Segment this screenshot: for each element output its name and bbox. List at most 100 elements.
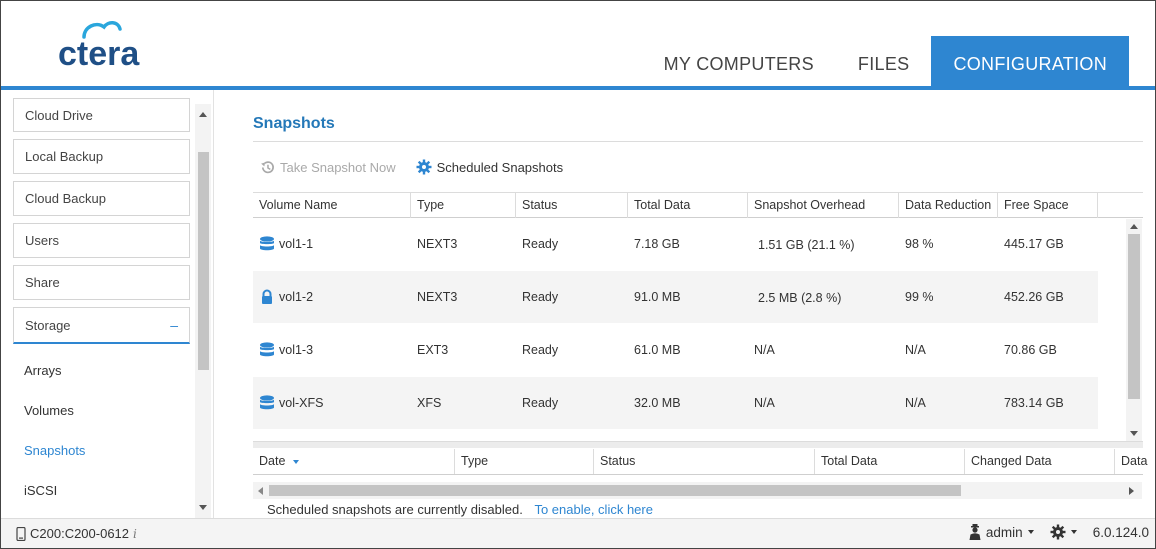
- cell-status: Ready: [522, 343, 559, 357]
- cell-snapshot-overhead: 2.5 MB (2.8 %): [758, 291, 842, 305]
- cell-free-space: 452.26 GB: [1004, 290, 1064, 304]
- sidebar-scrollbar[interactable]: [195, 104, 211, 518]
- sidebar-item-share[interactable]: Share: [13, 265, 190, 300]
- cell-data-reduction: 99 %: [905, 290, 934, 304]
- sidebar-item-users[interactable]: Users: [13, 223, 190, 258]
- scroll-up-arrow-icon[interactable]: [199, 112, 207, 117]
- history-icon: [261, 160, 274, 173]
- snapshots-table: Date Type Status Total Data Changed Data…: [253, 449, 1147, 475]
- sidebar-item-cloud-drive[interactable]: Cloud Drive: [13, 98, 190, 132]
- device-icon: [16, 526, 26, 541]
- scroll-down-arrow-icon[interactable]: [199, 505, 207, 510]
- status-bar: C200:C200-0612 i admin 6.0.124.0: [1, 518, 1155, 548]
- scrollbar-thumb[interactable]: [269, 485, 961, 496]
- device-name: C200:C200-0612: [30, 526, 130, 541]
- cell-snapshot-overhead: 1.51 GB (21.1 %): [758, 238, 855, 252]
- table-row[interactable]: vol1-2 NEXT3 Ready 91.0 MB 2.5 MB (2.8 %…: [253, 271, 1098, 323]
- nav-files[interactable]: FILES: [836, 36, 932, 88]
- table-row[interactable]: vol-XFS XFS Ready 32.0 MB N/A N/A 783.14…: [253, 377, 1098, 429]
- table-vertical-scrollbar[interactable]: [1126, 219, 1142, 441]
- sidebar-item-label: Storage: [25, 317, 71, 333]
- column-header-volume-name[interactable]: Volume Name: [253, 193, 411, 218]
- sidebar-item-label: Cloud Drive: [25, 107, 93, 123]
- cell-status: Ready: [522, 237, 559, 251]
- nav-configuration[interactable]: CONFIGURATION: [931, 36, 1129, 88]
- column-header-type[interactable]: Type: [411, 193, 516, 218]
- take-snapshot-label: Take Snapshot Now: [280, 159, 396, 175]
- cell-total-data: 61.0 MB: [634, 343, 681, 357]
- scroll-up-arrow-icon[interactable]: [1130, 224, 1138, 229]
- version-label: 6.0.124.0: [1092, 524, 1149, 540]
- column-header-type[interactable]: Type: [455, 449, 594, 474]
- scrollbar-thumb[interactable]: [1128, 234, 1140, 399]
- nav-my-computers[interactable]: MY COMPUTERS: [642, 36, 836, 88]
- column-header-changed-data[interactable]: Changed Data: [965, 449, 1115, 474]
- sidebar-item-cloud-backup[interactable]: Cloud Backup: [13, 181, 190, 216]
- header: ctera MY COMPUTERS FILES CONFIGURATION: [1, 1, 1155, 88]
- sidebar-item-label: Share: [25, 275, 60, 290]
- cell-type: EXT3: [417, 343, 449, 357]
- page-title: Snapshots: [253, 115, 335, 132]
- table-body: vol1-1 NEXT3 Ready 7.18 GB 1.51 GB (21.1…: [253, 218, 1143, 430]
- column-header-total-data[interactable]: Total Data: [628, 193, 748, 218]
- sidebar-subitem-arrays[interactable]: Arrays: [24, 363, 62, 378]
- toolbar: Take Snapshot Now Scheduled Snapshots: [260, 159, 563, 175]
- cell-data-reduction: N/A: [905, 396, 926, 410]
- info-icon[interactable]: i: [133, 527, 137, 541]
- sidebar: Cloud Drive Local Backup Cloud Backup Us…: [1, 90, 214, 518]
- column-header-data-reduction[interactable]: Data Reduction: [899, 193, 998, 218]
- sidebar-subitem-volumes[interactable]: Volumes: [24, 403, 74, 418]
- pane-splitter[interactable]: [253, 441, 1143, 448]
- user-icon: [969, 524, 981, 540]
- main-content: Snapshots Take Snapshot Now Scheduled Sn…: [214, 90, 1155, 518]
- sidebar-subitem-iscsi[interactable]: iSCSI: [24, 483, 57, 498]
- scheduled-snapshots-label: Scheduled Snapshots: [436, 159, 564, 175]
- settings-menu[interactable]: [1050, 524, 1077, 540]
- cell-free-space: 783.14 GB: [1004, 396, 1064, 410]
- cell-volume-name: vol1-3: [279, 343, 314, 357]
- scrollbar-thumb[interactable]: [198, 152, 209, 370]
- table-horizontal-scrollbar[interactable]: [253, 482, 1142, 499]
- column-header-data[interactable]: Data: [1115, 449, 1155, 474]
- scheduled-snapshots-button[interactable]: Scheduled Snapshots: [416, 159, 563, 175]
- gear-icon: [1050, 524, 1066, 540]
- table-row[interactable]: vol1-3 EXT3 Ready 61.0 MB N/A N/A 70.86 …: [253, 324, 1098, 376]
- cell-status: Ready: [522, 396, 559, 410]
- cell-total-data: 32.0 MB: [634, 396, 681, 410]
- column-header-snapshot-overhead[interactable]: Snapshot Overhead: [748, 193, 899, 218]
- notice-text: Scheduled snapshots are currently disabl…: [267, 502, 523, 517]
- column-header-date[interactable]: Date: [253, 449, 455, 474]
- sidebar-item-storage[interactable]: Storage –: [13, 307, 190, 344]
- sidebar-item-local-backup[interactable]: Local Backup: [13, 139, 190, 174]
- column-header-status[interactable]: Status: [594, 449, 815, 474]
- take-snapshot-button[interactable]: Take Snapshot Now: [260, 160, 396, 175]
- sort-desc-icon: [292, 459, 299, 464]
- table-row[interactable]: vol1-1 NEXT3 Ready 7.18 GB 1.51 GB (21.1…: [253, 218, 1098, 270]
- collapse-icon[interactable]: –: [170, 317, 178, 333]
- cell-snapshot-overhead: N/A: [754, 396, 775, 410]
- column-header-status[interactable]: Status: [516, 193, 628, 218]
- user-menu[interactable]: admin: [969, 524, 1034, 540]
- cell-data-reduction: 98 %: [905, 237, 934, 251]
- cell-volume-name: vol1-2: [279, 290, 314, 304]
- table-header: Volume Name Type Status Total Data Snaps…: [253, 192, 1143, 218]
- sidebar-subitem-snapshots[interactable]: Snapshots: [24, 443, 85, 458]
- scroll-right-arrow-icon[interactable]: [1129, 487, 1134, 495]
- sidebar-item-label: Cloud Backup: [25, 191, 106, 206]
- device-indicator[interactable]: C200:C200-0612 i: [16, 526, 137, 541]
- cell-volume-name: vol1-1: [279, 237, 314, 251]
- cell-snapshot-overhead: N/A: [754, 343, 775, 357]
- volumes-table: Volume Name Type Status Total Data Snaps…: [253, 192, 1143, 430]
- scheduled-notice: Scheduled snapshots are currently disabl…: [267, 502, 653, 517]
- gear-icon: [416, 159, 432, 175]
- column-header-free-space[interactable]: Free Space: [998, 193, 1098, 218]
- cell-free-space: 445.17 GB: [1004, 237, 1064, 251]
- column-header-total-data[interactable]: Total Data: [815, 449, 965, 474]
- scroll-down-arrow-icon[interactable]: [1130, 431, 1138, 436]
- cell-type: XFS: [417, 396, 442, 410]
- scroll-left-arrow-icon[interactable]: [258, 487, 263, 495]
- cell-total-data: 7.18 GB: [634, 237, 680, 251]
- user-name: admin: [985, 524, 1023, 540]
- ctera-logo[interactable]: ctera: [56, 19, 156, 71]
- enable-schedule-link[interactable]: To enable, click here: [534, 502, 653, 517]
